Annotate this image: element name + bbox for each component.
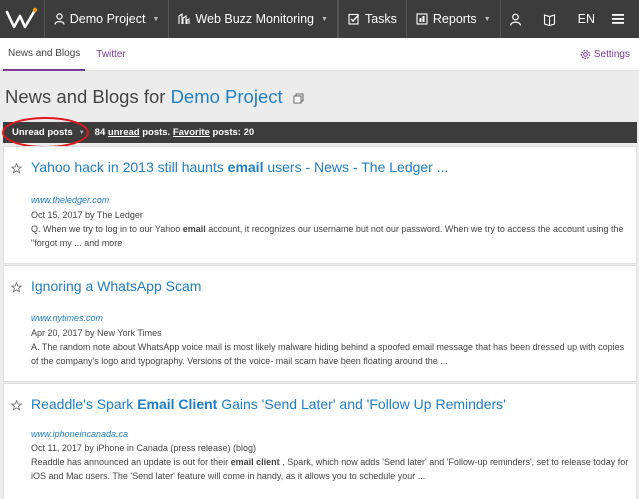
post-meta: Oct 15, 2017 by The Ledger — [31, 210, 143, 220]
module-selector[interactable]: Web Buzz Monitoring ▼ — [169, 0, 338, 38]
hamburger-menu-icon — [612, 14, 624, 24]
chevron-down-icon: ▼ — [483, 15, 491, 23]
tasks-label: Tasks — [364, 12, 397, 26]
language-label: EN — [577, 12, 595, 26]
posts-text: posts. — [142, 127, 171, 138]
settings-label: Settings — [593, 48, 630, 60]
posts-filter-bar: Unread posts ▼ 84 unread posts. Favorite… — [3, 122, 637, 143]
post-meta: Oct 11, 2017 by iPhone in Canada (press … — [31, 443, 256, 453]
sub-navigation-tabs: News and Blogs Twitter Settings — [0, 38, 639, 71]
posts-summary: 84 unread posts. Favorite posts: 20 — [95, 127, 255, 138]
page-title: News and Blogs for Demo Project — [5, 86, 304, 109]
unread-count: 84 — [94, 127, 106, 138]
tab-news-and-blogs[interactable]: News and Blogs — [3, 38, 86, 71]
language-selector[interactable]: EN — [569, 0, 604, 38]
module-selector-label: Web Buzz Monitoring — [195, 12, 315, 26]
favorite-count-text: posts: 20 — [212, 127, 255, 138]
project-name-link[interactable]: Demo Project — [171, 86, 283, 107]
star-favorite-icon[interactable] — [10, 280, 23, 298]
post-snippet: Readdle has announced an update is out f… — [31, 457, 629, 481]
user-icon — [54, 13, 65, 25]
post-title-link[interactable]: Readdle's Spark Email Client Gains 'Send… — [31, 396, 506, 412]
star-favorite-icon[interactable] — [10, 161, 23, 179]
list-item: Yahoo hack in 2013 still haunts email us… — [3, 146, 637, 264]
tab-twitter[interactable]: Twitter — [91, 38, 130, 71]
star-favorite-icon[interactable] — [10, 398, 23, 416]
post-title-link[interactable]: Yahoo hack in 2013 still haunts email us… — [31, 159, 448, 175]
top-navigation-bar: Demo Project ▼ Web Buzz Monitoring ▼ Tas… — [0, 0, 639, 38]
logo-icon — [5, 7, 38, 29]
unread-link[interactable]: unread — [108, 127, 140, 138]
post-snippet: Q. When we try to log in to our Yahoo em… — [31, 224, 624, 248]
list-item: Readdle's Spark Email Client Gains 'Send… — [3, 383, 637, 499]
tasks-button[interactable]: Tasks — [337, 0, 406, 38]
chevron-down-icon: ▼ — [321, 15, 328, 23]
user-settings-icon — [509, 13, 521, 26]
account-button[interactable] — [499, 0, 535, 38]
app-logo[interactable] — [0, 0, 45, 38]
settings-link[interactable]: Settings — [580, 49, 630, 60]
gear-icon — [580, 49, 590, 59]
reports-label: Reports — [432, 12, 477, 26]
page-title-prefix: News and Blogs for — [5, 86, 166, 107]
list-item: Ignoring a WhatsApp Scam www.nytimes.com… — [3, 265, 637, 382]
post-snippet: A. The random note about WhatsApp voice … — [31, 342, 625, 366]
open-external-icon[interactable] — [293, 87, 304, 109]
posts-list: Yahoo hack in 2013 still haunts email us… — [3, 146, 637, 499]
book-icon — [543, 13, 555, 26]
tasks-icon — [348, 13, 359, 25]
project-selector-label: Demo Project — [69, 12, 146, 26]
post-meta: Apr 20, 2017 by New York Times — [31, 328, 162, 338]
favorite-link[interactable]: Favorite — [173, 127, 210, 138]
post-source-link[interactable]: www.iphoneincanada.ca — [31, 429, 128, 439]
post-source-link[interactable]: www.theledger.com — [31, 195, 109, 205]
buzz-monitoring-icon — [178, 13, 190, 24]
post-title-link[interactable]: Ignoring a WhatsApp Scam — [31, 278, 201, 294]
highlight-annotation-oval — [2, 117, 89, 148]
reports-button[interactable]: Reports ▼ — [405, 0, 500, 38]
project-selector[interactable]: Demo Project ▼ — [45, 0, 170, 38]
post-source-link[interactable]: www.nytimes.com — [31, 313, 103, 323]
reports-icon — [416, 13, 428, 25]
main-menu-button[interactable] — [604, 0, 639, 38]
help-button[interactable] — [535, 0, 569, 38]
chevron-down-icon: ▼ — [152, 15, 160, 23]
